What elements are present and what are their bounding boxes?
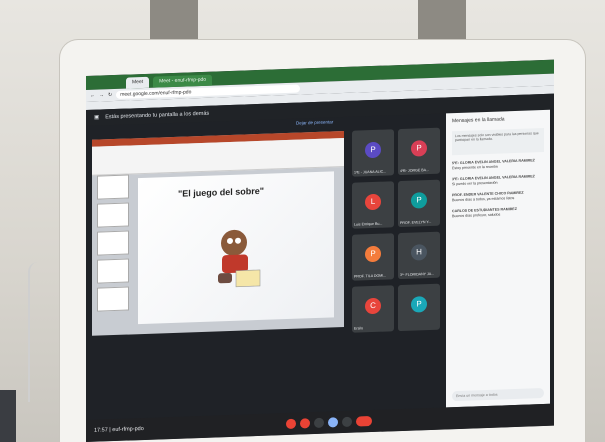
participant-avatar: P (365, 245, 381, 263)
forward-icon[interactable]: → (99, 92, 104, 98)
hang-up-icon[interactable] (356, 416, 372, 427)
camera-off-icon[interactable] (300, 418, 310, 429)
monitor-screen: Meet Meet - enuf-rfmp-pdo ← → ↻ meet.goo… (86, 59, 554, 442)
slide-thumbnail[interactable] (97, 174, 129, 200)
participant-avatar: L (365, 193, 381, 211)
shared-powerpoint: "El juego del sobre" (92, 130, 344, 336)
chat-note: Los mensajes solo son visibles para las … (452, 128, 544, 156)
browser-tab[interactable]: Meet (126, 76, 150, 89)
divider: | (109, 427, 111, 434)
participant-tile[interactable]: P 4ºB- JORGE BA... (398, 127, 440, 176)
cable (28, 262, 46, 402)
participant-avatar: P (365, 141, 381, 159)
chat-text: Buenos días a todos, ya estamos listos (452, 196, 515, 203)
chat-text: Si puedo ver la presentación (452, 180, 498, 187)
chat-panel: Mensajes en la llamada Los mensajes solo… (446, 109, 550, 408)
cartoon-character (218, 229, 261, 288)
meeting-code: euf-rfmp-pdo (112, 425, 144, 434)
participant-avatar: C (365, 297, 381, 315)
participant-tile[interactable]: H 3º- FLORIDANY JA... (398, 231, 440, 280)
participant-name: PROF. EVELYN Y... (400, 219, 432, 226)
meet-content: Dejar de presentar "El juego del sobre" (86, 109, 554, 420)
chat-message: PROF. ENDER VALENTE CHICO RAMIREZ Buenos… (452, 190, 544, 203)
side-device (0, 390, 16, 442)
participant-name: PROF. TILA DOMI... (354, 273, 387, 279)
participant-tile[interactable]: P 1ºE - JUANA ALIC... (352, 129, 394, 177)
meeting-info: 17:57 | euf-rfmp-pdo (86, 421, 284, 434)
participant-name: Luis Enrique Bu... (354, 221, 383, 227)
participant-name: 4ºB- JORGE BA... (400, 168, 430, 174)
slide-thumbnail[interactable] (97, 258, 129, 284)
slide-thumbnail[interactable] (97, 286, 129, 312)
participant-tile[interactable]: C Ersilo (352, 285, 394, 333)
participant-tile[interactable]: P PROF. EVELYN Y... (398, 179, 440, 228)
participant-tile[interactable]: P PROF. TILA DOMI... (352, 233, 394, 281)
mic-off-icon[interactable] (286, 418, 296, 430)
chat-message: 5ºE: GLORIA EVELIN ANGEL VALERIA RAMIREZ… (452, 158, 544, 171)
stop-presenting-button[interactable]: Dejar de presentar (296, 119, 333, 125)
participant-grid: P 1ºE - JUANA ALIC... P 4ºB- JORGE BA...… (352, 127, 440, 333)
participant-avatar: P (411, 192, 427, 209)
ppt-thumbnails (94, 170, 132, 325)
present-screen-icon: ▣ (94, 114, 100, 121)
participant-name: 1ºE - JUANA ALIC... (354, 169, 387, 175)
chat-message: CARLOS DE ESTUDIANTES RAMIREZ Buenos día… (452, 206, 544, 219)
raise-hand-icon[interactable] (314, 417, 324, 429)
slide-thumbnail[interactable] (97, 202, 129, 228)
participant-tile[interactable]: L Luis Enrique Bu... (352, 181, 394, 229)
participant-avatar: P (411, 296, 427, 313)
more-options-icon[interactable] (342, 416, 352, 428)
presenting-notice: Estás presentando tu pantalla a los demá… (105, 110, 210, 121)
current-slide: "El juego del sobre" (138, 171, 334, 325)
back-icon[interactable]: ← (90, 93, 95, 99)
chat-message: 3ºE: GLORIA EVELIN ANGEL VALERIA RAMIREZ… (452, 174, 544, 187)
chat-text: Estoy presente en la reunión (452, 164, 498, 171)
meeting-time: 17:57 (94, 427, 108, 434)
chat-input[interactable]: Envía un mensaje a todos (452, 388, 544, 402)
chat-text: Buenos días profesor, saludos (452, 212, 501, 219)
chat-title: Mensajes en la llamada (452, 116, 505, 125)
participant-tile[interactable]: P (398, 283, 440, 332)
browser-tab[interactable]: Meet - enuf-rfmp-pdo (153, 74, 213, 88)
participant-name: 3º- FLORIDANY JA... (400, 271, 435, 278)
reload-icon[interactable]: ↻ (108, 92, 112, 98)
present-icon[interactable] (328, 417, 338, 428)
slide-thumbnail[interactable] (97, 230, 129, 256)
slide-title: "El juego del sobre" (178, 185, 265, 199)
photo-scene: Meet Meet - enuf-rfmp-pdo ← → ↻ meet.goo… (0, 0, 605, 442)
participant-avatar: H (411, 244, 427, 261)
participant-avatar: P (411, 140, 427, 157)
participant-name: Ersilo (354, 326, 363, 331)
